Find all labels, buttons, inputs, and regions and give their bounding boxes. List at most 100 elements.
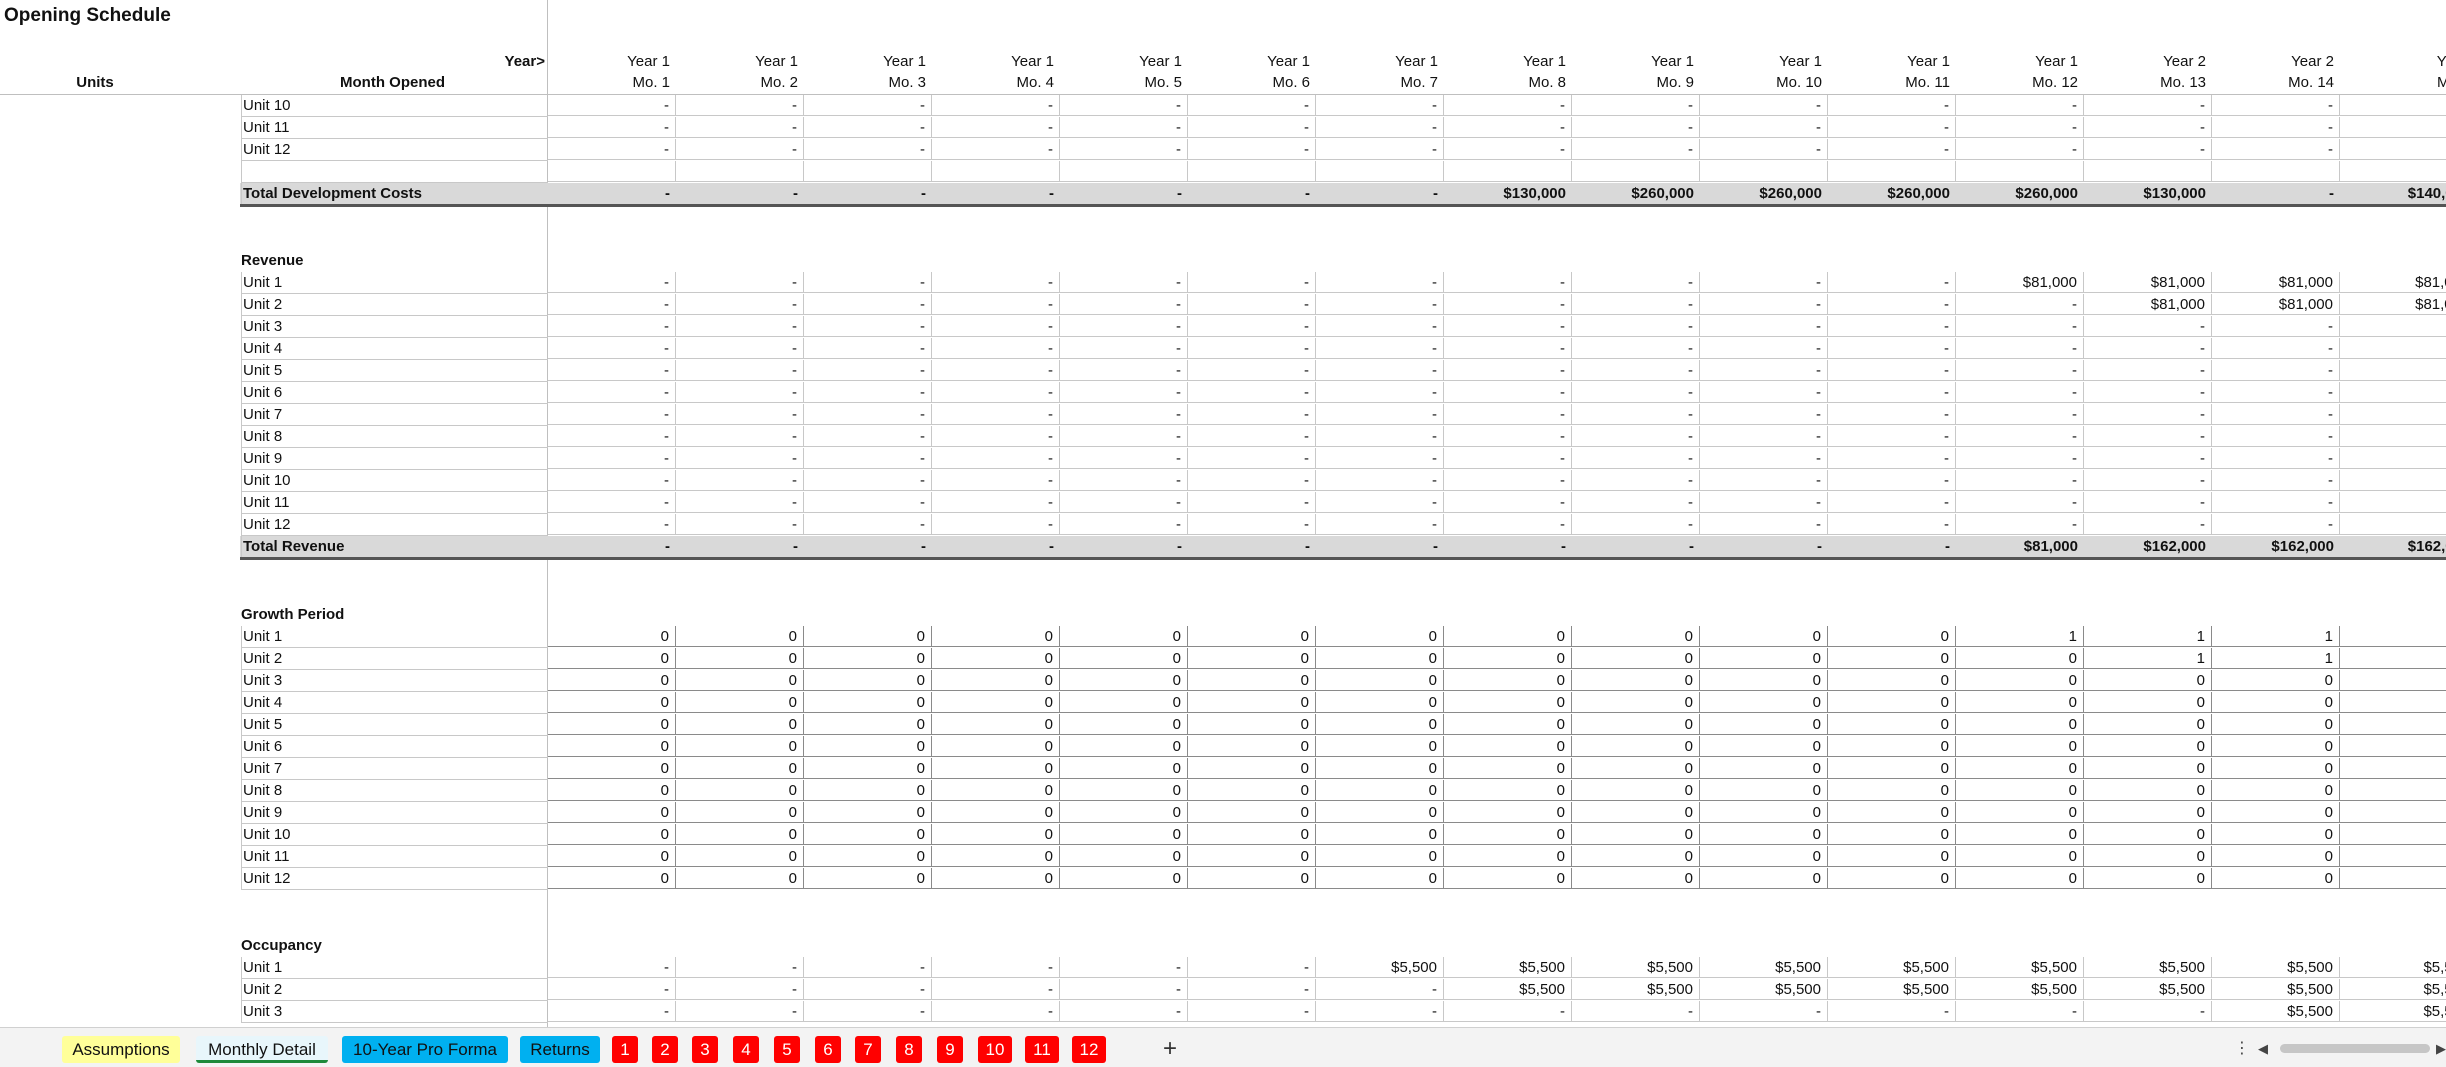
cell[interactable]: 0: [1956, 846, 2084, 867]
cell[interactable]: -: [1828, 95, 1956, 116]
cell[interactable]: 0: [804, 626, 932, 647]
row-label[interactable]: Unit 2: [241, 979, 548, 1001]
cell[interactable]: 0: [1444, 736, 1572, 757]
horizontal-scrollbar[interactable]: [2280, 1044, 2430, 1053]
cell[interactable]: -: [1444, 514, 1572, 535]
cell[interactable]: -: [676, 316, 804, 337]
cell[interactable]: -: [1316, 338, 1444, 359]
spreadsheet-grid[interactable]: Opening Schedule Year> Units Month Opene…: [0, 0, 2446, 1027]
cell[interactable]: -: [2084, 514, 2212, 535]
cell[interactable]: -: [804, 957, 932, 978]
cell[interactable]: 0: [1828, 670, 1956, 691]
cell[interactable]: 0: [2212, 714, 2340, 735]
cell[interactable]: -: [1700, 448, 1828, 469]
cell[interactable]: $260,000: [1828, 183, 1956, 204]
cell[interactable]: 0: [2084, 780, 2212, 801]
cell[interactable]: 0: [1316, 648, 1444, 669]
cell[interactable]: -: [1188, 514, 1316, 535]
cell[interactable]: 1: [1956, 626, 2084, 647]
cell[interactable]: 0: [548, 802, 676, 823]
cell[interactable]: -: [2084, 117, 2212, 138]
cell[interactable]: 0: [2212, 802, 2340, 823]
cell[interactable]: 0: [1188, 846, 1316, 867]
cell[interactable]: -: [1956, 117, 2084, 138]
cell[interactable]: -: [1828, 139, 1956, 160]
more-options-icon[interactable]: ⋮: [2234, 1038, 2250, 1060]
cell[interactable]: -: [1188, 338, 1316, 359]
cell[interactable]: 0: [1700, 846, 1828, 867]
cell[interactable]: -: [932, 470, 1060, 491]
cell[interactable]: -: [932, 294, 1060, 315]
cell[interactable]: 0: [1700, 670, 1828, 691]
cell[interactable]: 0: [1700, 824, 1828, 845]
cell[interactable]: $5,500: [1828, 979, 1956, 1000]
cell[interactable]: 0: [676, 670, 804, 691]
cell[interactable]: -: [1188, 426, 1316, 447]
cell[interactable]: -: [1060, 139, 1188, 160]
sheet-tab-assumptions[interactable]: Assumptions: [62, 1036, 180, 1063]
cell[interactable]: -: [676, 294, 804, 315]
sheet-tab-3[interactable]: 3: [692, 1036, 718, 1063]
scroll-left-icon[interactable]: ◀: [2258, 1038, 2268, 1060]
cell[interactable]: -: [804, 979, 932, 1000]
cell[interactable]: 0: [1444, 824, 1572, 845]
cell[interactable]: 0: [804, 648, 932, 669]
cell[interactable]: $5,500: [1444, 979, 1572, 1000]
cell[interactable]: -: [548, 338, 676, 359]
cell[interactable]: $5,500: [1956, 979, 2084, 1000]
cell[interactable]: -: [1060, 294, 1188, 315]
cell[interactable]: 0: [932, 868, 1060, 889]
cell[interactable]: 0: [676, 868, 804, 889]
cell[interactable]: -: [2212, 492, 2340, 513]
cell[interactable]: 0: [1316, 846, 1444, 867]
cell[interactable]: 0: [1700, 692, 1828, 713]
cell[interactable]: $5,500: [1828, 957, 1956, 978]
cell[interactable]: 0: [548, 758, 676, 779]
cell[interactable]: -: [2212, 404, 2340, 425]
row-label[interactable]: Unit 12: [241, 139, 548, 161]
cell[interactable]: -: [676, 95, 804, 116]
cell[interactable]: -: [1700, 470, 1828, 491]
cell[interactable]: -: [676, 536, 804, 557]
cell[interactable]: 0: [804, 714, 932, 735]
cell[interactable]: $5,500: [2212, 979, 2340, 1000]
sheet-tab-11[interactable]: 11: [1025, 1036, 1059, 1063]
cell[interactable]: [2340, 758, 2446, 779]
cell[interactable]: [2340, 514, 2446, 535]
cell[interactable]: $162,00: [2340, 536, 2446, 557]
cell[interactable]: -: [1316, 1001, 1444, 1022]
cell[interactable]: 0: [2212, 846, 2340, 867]
cell[interactable]: -: [932, 492, 1060, 513]
cell[interactable]: -: [1956, 1001, 2084, 1022]
cell[interactable]: 0: [1828, 802, 1956, 823]
sheet-tab-6[interactable]: 6: [815, 1036, 841, 1063]
cell[interactable]: -: [2212, 360, 2340, 381]
cell[interactable]: -: [1188, 536, 1316, 557]
cell[interactable]: 0: [2212, 692, 2340, 713]
cell[interactable]: -: [804, 404, 932, 425]
cell[interactable]: 0: [1956, 824, 2084, 845]
cell[interactable]: $5,500: [1700, 979, 1828, 1000]
cell[interactable]: [2340, 139, 2446, 160]
cell[interactable]: 0: [804, 824, 932, 845]
cell[interactable]: -: [2212, 382, 2340, 403]
cell[interactable]: 0: [1188, 692, 1316, 713]
sheet-tab-9[interactable]: 9: [937, 1036, 963, 1063]
cell[interactable]: 0: [932, 692, 1060, 713]
cell[interactable]: 0: [932, 780, 1060, 801]
cell[interactable]: 0: [1060, 824, 1188, 845]
cell[interactable]: -: [1572, 426, 1700, 447]
cell[interactable]: [2340, 470, 2446, 491]
cell[interactable]: 0: [804, 780, 932, 801]
cell[interactable]: -: [1316, 404, 1444, 425]
cell[interactable]: -: [676, 514, 804, 535]
cell[interactable]: -: [804, 139, 932, 160]
row-label[interactable]: Unit 6: [241, 736, 548, 758]
cell[interactable]: 0: [1316, 670, 1444, 691]
cell[interactable]: -: [1188, 183, 1316, 204]
cell[interactable]: [2340, 95, 2446, 116]
cell[interactable]: -: [1572, 492, 1700, 513]
row-label[interactable]: Unit 10: [241, 470, 548, 492]
sheet-tab-monthly-detail[interactable]: Monthly Detail: [196, 1036, 328, 1063]
cell[interactable]: -: [1700, 426, 1828, 447]
